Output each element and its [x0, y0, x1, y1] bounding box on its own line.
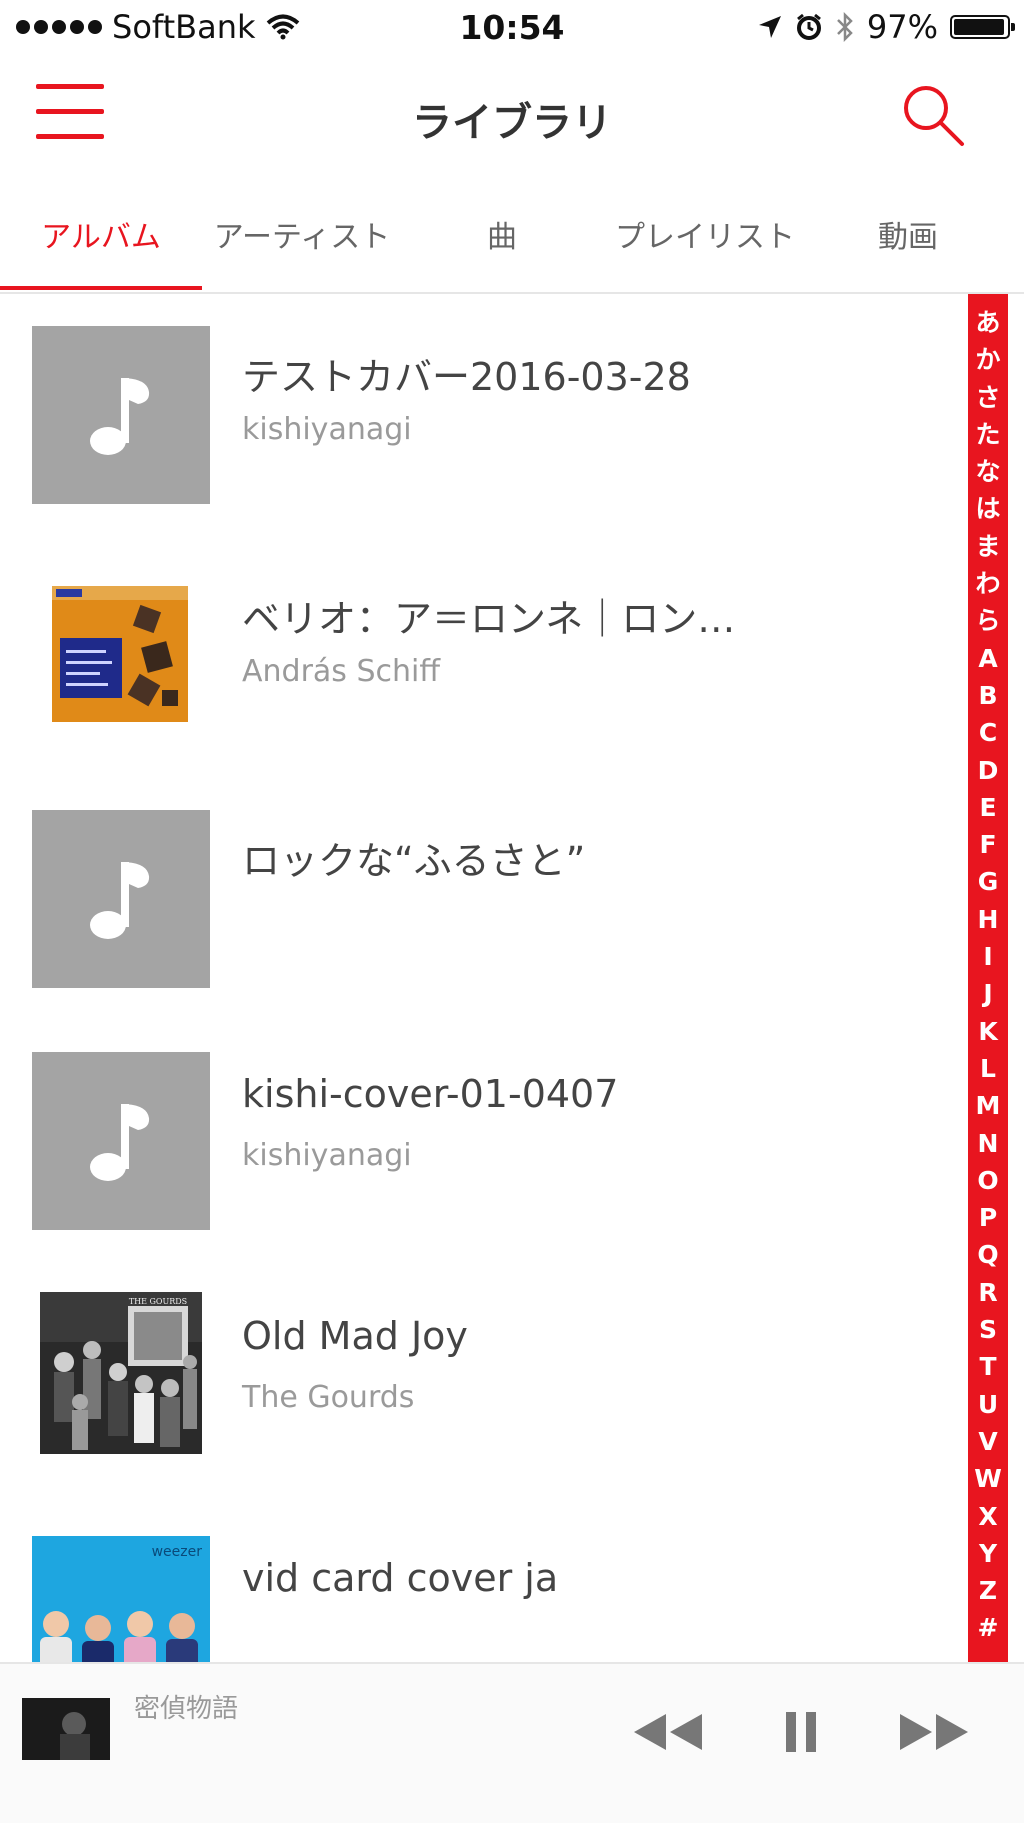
album-title: ロックな“ふるさと”: [242, 839, 586, 883]
navigation-bar: ライブラリ: [0, 60, 1024, 170]
index-letter[interactable]: V: [978, 1423, 997, 1460]
tab-videos[interactable]: 動画: [808, 212, 1008, 262]
music-note-icon: [90, 862, 150, 939]
pause-icon[interactable]: [782, 1704, 822, 1760]
index-letter[interactable]: P: [979, 1199, 997, 1236]
album-cover-text: THE GOURDS: [129, 1297, 187, 1306]
index-letter[interactable]: Y: [979, 1535, 997, 1572]
album-artist: András Schiff: [242, 654, 441, 689]
tab-playlists[interactable]: プレイリスト: [602, 212, 808, 262]
index-letter[interactable]: #: [978, 1609, 999, 1646]
index-letter[interactable]: B: [978, 677, 997, 714]
status-bar: SoftBank 10:54 97%: [0, 0, 1024, 56]
active-tab-indicator: [0, 286, 202, 290]
index-letter[interactable]: D: [978, 752, 999, 789]
index-letter[interactable]: T: [979, 1348, 996, 1385]
location-icon: [758, 16, 781, 38]
album-art: weezer: [32, 1536, 210, 1662]
album-art: THE GOURDS: [40, 1292, 202, 1454]
tab-albums[interactable]: アルバム: [0, 212, 202, 262]
rewind-icon[interactable]: [632, 1704, 704, 1760]
now-playing-title: 密偵物語: [134, 1694, 239, 1724]
index-letter[interactable]: L: [980, 1050, 996, 1087]
index-letter[interactable]: R: [978, 1274, 997, 1311]
index-letter[interactable]: た: [975, 416, 1000, 453]
index-letter[interactable]: S: [979, 1311, 997, 1348]
index-letter[interactable]: Z: [979, 1572, 997, 1609]
album-row[interactable]: THE GOURDS Old Mad Joy The Gourds: [0, 1262, 966, 1504]
index-letter[interactable]: W: [974, 1460, 1002, 1497]
index-letter[interactable]: O: [977, 1162, 998, 1199]
index-letter[interactable]: I: [983, 938, 992, 975]
album-art-placeholder: [32, 810, 210, 988]
index-letter[interactable]: は: [975, 490, 1000, 527]
index-letter[interactable]: J: [983, 975, 992, 1012]
index-letter[interactable]: G: [978, 863, 999, 900]
index-letter[interactable]: F: [979, 826, 996, 863]
music-note-icon: [90, 378, 150, 455]
mini-player[interactable]: 密偵物語: [0, 1662, 1024, 1823]
index-letter[interactable]: N: [978, 1125, 999, 1162]
tab-artists[interactable]: アーティスト: [202, 212, 402, 262]
album-title: ベリオ：ア＝ロンネ｜ロン…: [242, 597, 736, 641]
album-art-placeholder: [32, 326, 210, 504]
album-art-placeholder: [32, 1052, 210, 1230]
music-note-icon: [90, 1104, 150, 1181]
album-cover-graphic: weezer: [32, 1536, 210, 1662]
index-letter[interactable]: Q: [977, 1236, 998, 1273]
library-tabs: アルバム アーティスト 曲 プレイリスト 動画: [0, 196, 1024, 294]
index-letter[interactable]: H: [978, 901, 999, 938]
index-letter[interactable]: C: [979, 714, 997, 751]
index-letter[interactable]: ま: [975, 528, 1000, 565]
album-title: テストカバー2016-03-28: [242, 355, 691, 399]
alphabet-index-bar[interactable]: あかさたなはまわら A B C D E F G H I J K L M N O P Q R S T U V W X Y Z #: [968, 294, 1008, 1662]
album-artist: The Gourds: [242, 1380, 415, 1415]
page-title: ライブラリ: [412, 100, 612, 146]
album-cover-text: weezer: [152, 1544, 203, 1560]
album-row[interactable]: テストカバー2016-03-28 kishiyanagi: [0, 294, 966, 536]
search-icon[interactable]: [898, 80, 968, 150]
index-letter[interactable]: M: [976, 1087, 1001, 1124]
album-art: [52, 586, 188, 722]
album-title: kishi-cover-01-0407: [242, 1072, 619, 1116]
album-cover-graphic: [52, 586, 188, 722]
now-playing-art: [22, 1698, 110, 1760]
index-letter[interactable]: U: [978, 1386, 998, 1423]
album-row[interactable]: kishi-cover-01-0407 kishiyanagi: [0, 1020, 966, 1262]
index-letter[interactable]: わ: [975, 565, 1000, 602]
battery-fill: [954, 19, 1005, 35]
album-row[interactable]: weezer vid card cover ja: [0, 1504, 966, 1662]
index-letter[interactable]: な: [975, 453, 1000, 490]
index-letter[interactable]: X: [978, 1498, 997, 1535]
album-title: vid card cover ja: [242, 1556, 559, 1600]
index-letter[interactable]: E: [979, 789, 996, 826]
album-artist: kishiyanagi: [242, 1138, 412, 1173]
bluetooth-icon: [836, 12, 853, 42]
tab-songs[interactable]: 曲: [402, 212, 602, 262]
battery-icon: [950, 15, 1015, 39]
alarm-icon: [796, 13, 821, 40]
album-row[interactable]: ロックな“ふるさと”: [0, 778, 966, 1020]
battery-percent: 97%: [866, 8, 938, 46]
index-letter[interactable]: K: [978, 1013, 997, 1050]
index-letter[interactable]: さ: [975, 379, 1000, 416]
fast-forward-icon[interactable]: [898, 1704, 970, 1760]
album-row[interactable]: ベリオ：ア＝ロンネ｜ロン… András Schiff: [0, 536, 966, 778]
index-letter[interactable]: A: [978, 640, 997, 677]
index-letter[interactable]: ら: [975, 602, 1000, 639]
status-right: 97%: [757, 8, 1015, 46]
album-cover-graphic: THE GOURDS: [40, 1292, 202, 1454]
index-letter[interactable]: あ: [975, 304, 1000, 341]
index-letter[interactable]: か: [975, 341, 1000, 378]
album-artist: kishiyanagi: [242, 412, 412, 447]
album-title: Old Mad Joy: [242, 1314, 468, 1358]
album-list: テストカバー2016-03-28 kishiyanagi ベリオ：ア＝ロンネ｜ロ…: [0, 294, 966, 1662]
